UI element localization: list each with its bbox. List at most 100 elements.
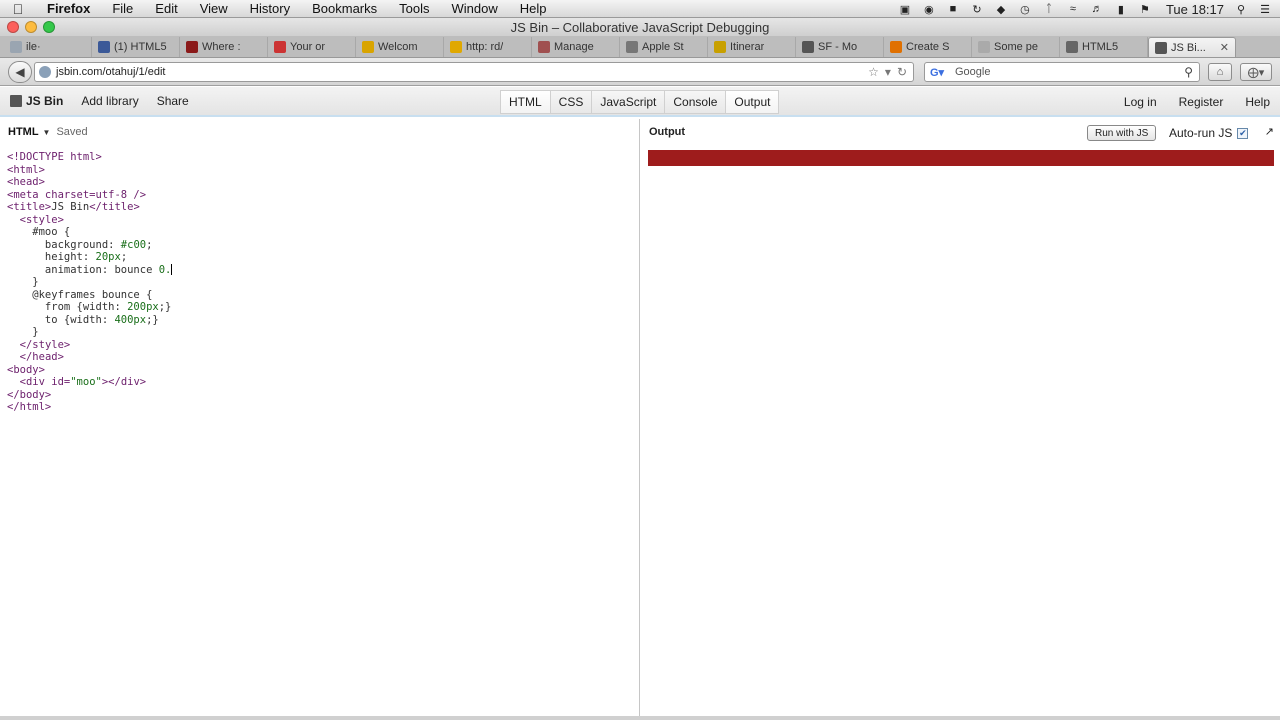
browser-tab[interactable]: Itinerar: [708, 37, 796, 57]
code-line[interactable]: <head>: [7, 176, 639, 189]
browser-tab[interactable]: Where :: [180, 37, 268, 57]
menu-bookmarks[interactable]: Bookmarks: [301, 1, 388, 16]
tab-label: Itinerar: [730, 41, 765, 53]
headset-icon[interactable]: ◉: [922, 3, 936, 16]
html-pane-label[interactable]: HTML: [8, 126, 39, 138]
sync-icon[interactable]: ↻: [970, 3, 984, 16]
code-editor[interactable]: <!DOCTYPE html> <html> <head> <meta charset…: [0, 145, 639, 414]
code-line[interactable]: background: #c00;: [7, 239, 639, 252]
jsbin-toolbar: JS Bin Add library Share HTML CSS JavaSc…: [0, 87, 1280, 117]
browser-tab[interactable]: Manage: [532, 37, 620, 57]
camera-icon[interactable]: ▣: [898, 3, 912, 16]
code-line[interactable]: <style>: [7, 214, 639, 227]
browser-tab[interactable]: Create S: [884, 37, 972, 57]
menubar-clock[interactable]: Tue 18:17: [1166, 2, 1224, 17]
code-line[interactable]: #moo {: [7, 226, 639, 239]
code-line[interactable]: }: [7, 276, 639, 289]
window-title: JS Bin – Collaborative JavaScript Debugg…: [510, 19, 770, 35]
toggle-javascript-panel[interactable]: JavaScript: [592, 90, 666, 114]
run-with-js-button[interactable]: Run with JS: [1087, 125, 1157, 141]
code-line[interactable]: <meta charset=utf-8 />: [7, 189, 639, 202]
flag-icon[interactable]: ⚑: [1138, 3, 1152, 16]
close-window-button[interactable]: [7, 21, 19, 33]
share-button[interactable]: Share: [157, 94, 189, 108]
menu-help[interactable]: Help: [509, 1, 558, 16]
history-dropdown-icon[interactable]: ▾: [885, 65, 891, 79]
battery-icon[interactable]: ▮: [1114, 3, 1128, 16]
auto-run-js-checkbox[interactable]: ✔: [1237, 127, 1249, 139]
search-bar[interactable]: G▾ Google ⚲: [924, 62, 1200, 82]
code-line[interactable]: <body>: [7, 364, 639, 377]
auto-run-js-toggle[interactable]: Auto-run JS ✔: [1169, 125, 1249, 141]
add-library-button[interactable]: Add library: [81, 94, 138, 108]
toggle-css-panel[interactable]: CSS: [550, 90, 593, 114]
login-link[interactable]: Log in: [1124, 95, 1157, 109]
help-link[interactable]: Help: [1245, 95, 1270, 109]
minimize-window-button[interactable]: [25, 21, 37, 33]
reload-icon[interactable]: ↻: [897, 65, 907, 79]
code-line[interactable]: </body>: [7, 389, 639, 402]
menu-tools[interactable]: Tools: [388, 1, 440, 16]
toggle-output-panel[interactable]: Output: [726, 90, 780, 114]
browser-tab[interactable]: Apple St: [620, 37, 708, 57]
search-icon[interactable]: ⚲: [1184, 65, 1193, 79]
code-line[interactable]: from {width: 200px;}: [7, 301, 639, 314]
window-controls: [7, 21, 55, 33]
code-line[interactable]: <div id="moo"></div>: [7, 376, 639, 389]
browser-tab[interactable]: (1) HTML5: [92, 37, 180, 57]
browser-tab[interactable]: HTML5: [1060, 37, 1148, 57]
google-engine-icon[interactable]: G▾: [929, 65, 945, 79]
menu-edit[interactable]: Edit: [144, 1, 188, 16]
popout-icon[interactable]: ↗: [1265, 125, 1274, 138]
code-line[interactable]: <title>JS Bin</title>: [7, 201, 639, 214]
zoom-window-button[interactable]: [43, 21, 55, 33]
code-line[interactable]: <!DOCTYPE html>: [7, 151, 639, 164]
shield-icon[interactable]: ◆: [994, 3, 1008, 16]
register-link[interactable]: Register: [1179, 95, 1224, 109]
favicon-icon: [98, 41, 110, 53]
home-button[interactable]: ⌂: [1208, 63, 1232, 81]
menu-firefox[interactable]: Firefox: [36, 1, 101, 16]
code-line[interactable]: @keyframes bounce {: [7, 289, 639, 302]
site-identity-icon[interactable]: [39, 66, 51, 78]
folder-icon[interactable]: ■: [946, 3, 960, 15]
tab-label: Some pe: [994, 41, 1039, 53]
browser-tab[interactable]: Your or: [268, 37, 356, 57]
tab-label: HTML5: [1082, 41, 1119, 53]
code-line[interactable]: </style>: [7, 339, 639, 352]
wifi-icon[interactable]: ≈: [1066, 3, 1080, 15]
code-line[interactable]: }: [7, 326, 639, 339]
code-line[interactable]: to {width: 400px;}: [7, 314, 639, 327]
menu-history[interactable]: History: [239, 1, 301, 16]
time-machine-icon[interactable]: ◷: [1018, 3, 1032, 16]
list-icon[interactable]: ☰: [1258, 3, 1272, 16]
toggle-console-panel[interactable]: Console: [665, 90, 727, 114]
browser-tab[interactable]: Welcom: [356, 37, 444, 57]
menu-file[interactable]: File: [101, 1, 144, 16]
close-tab-icon[interactable]: ✕: [1220, 41, 1229, 54]
browser-tab[interactable]: Some pe: [972, 37, 1060, 57]
menu-view[interactable]: View: [189, 1, 239, 16]
volume-icon[interactable]: ♬: [1090, 3, 1104, 15]
spotlight-icon[interactable]: ⚲: [1234, 3, 1248, 16]
back-button[interactable]: ◀: [8, 60, 32, 83]
apple-icon[interactable]: : [0, 1, 36, 17]
code-line[interactable]: <html>: [7, 164, 639, 177]
toggle-html-panel[interactable]: HTML: [500, 90, 551, 114]
code-line[interactable]: </html>: [7, 401, 639, 414]
jsbin-logo-icon: [10, 95, 22, 107]
browser-tab[interactable]: ile·: [4, 37, 92, 57]
jsbin-logo[interactable]: JS Bin: [10, 94, 63, 108]
code-line[interactable]: </head>: [7, 351, 639, 364]
url-bar[interactable]: jsbin.com/otahuj/1/edit ☆ ▾ ↻: [34, 62, 914, 82]
addons-button[interactable]: ⨁▾: [1240, 63, 1272, 81]
browser-tab[interactable]: http: rd/: [444, 37, 532, 57]
code-line[interactable]: height: 20px;: [7, 251, 639, 264]
browser-tab[interactable]: JS Bi... ✕: [1148, 37, 1236, 57]
menu-window[interactable]: Window: [441, 1, 509, 16]
chevron-down-icon[interactable]: ▼: [43, 128, 51, 137]
bookmark-star-icon[interactable]: ☆: [868, 65, 879, 79]
bluetooth-icon[interactable]: ᛏ: [1042, 3, 1056, 15]
browser-tab[interactable]: SF - Mo: [796, 37, 884, 57]
code-line[interactable]: animation: bounce 0.: [7, 263, 639, 277]
